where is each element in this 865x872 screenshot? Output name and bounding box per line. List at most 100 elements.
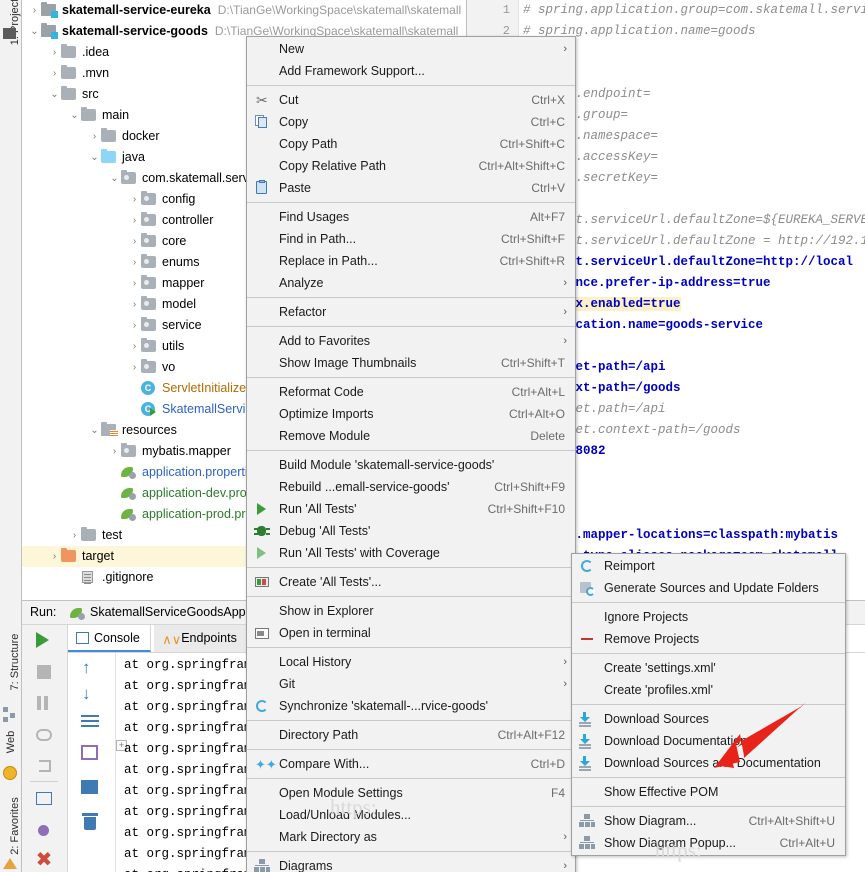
maven-submenu[interactable]: Reimport Generate Sources and Update Fold…	[571, 553, 846, 856]
chevron-right-icon[interactable]: ›	[128, 273, 141, 294]
chevron-down-icon[interactable]: ⌄	[28, 21, 41, 42]
menu-item-mark-directory-as[interactable]: Mark Directory as ›	[247, 826, 575, 848]
chevron-down-icon[interactable]: ⌄	[88, 420, 101, 441]
menu-item-remove-projects[interactable]: Remove Projects	[572, 628, 845, 650]
menu-item-show-effective-pom[interactable]: Show Effective POM	[572, 781, 845, 803]
close-button[interactable]: ✖	[34, 850, 54, 870]
menu-item-paste[interactable]: Paste Ctrl+V	[247, 177, 575, 199]
rerun-button[interactable]	[34, 630, 54, 650]
menu-item-add-to-favorites[interactable]: Add to Favorites ›	[247, 330, 575, 352]
chevron-right-icon[interactable]: ›	[68, 525, 81, 546]
menu-item-replace-in-path[interactable]: Replace in Path... Ctrl+Shift+R	[247, 250, 575, 272]
download-icon	[579, 755, 595, 771]
chevron-down-icon[interactable]: ⌄	[68, 105, 81, 126]
menu-item-download-sources[interactable]: Download Sources	[572, 708, 845, 730]
menu-item-show-in-explorer[interactable]: Show in Explorer	[247, 600, 575, 622]
menu-item-diagrams[interactable]: Diagrams ›	[247, 855, 575, 872]
chevron-right-icon[interactable]: ›	[128, 231, 141, 252]
chevron-right-icon[interactable]: ›	[28, 0, 41, 21]
menu-item-shortcut: Ctrl+Alt+L	[511, 385, 565, 399]
tree-node-label: SkatemallService	[162, 402, 259, 417]
prev-occurrence-icon[interactable]: ↑	[82, 659, 91, 676]
menu-item-reformat-code[interactable]: Reformat Code Ctrl+Alt+L	[247, 381, 575, 403]
dump-threads-button[interactable]	[34, 725, 54, 745]
chevron-down-icon[interactable]: ⌄	[48, 84, 61, 105]
chevron-right-icon[interactable]: ›	[48, 546, 61, 567]
menu-item-open-in-terminal[interactable]: Open in terminal	[247, 622, 575, 644]
menu-item-directory-path[interactable]: Directory Path Ctrl+Alt+F12	[247, 724, 575, 746]
menu-item-ignore-projects[interactable]: Ignore Projects	[572, 606, 845, 628]
chevron-right-icon[interactable]: ›	[128, 336, 141, 357]
favorites-toolwindow-icon	[3, 858, 19, 872]
run-sidebar-toolbar[interactable]: ✖	[22, 625, 68, 872]
menu-item-open-module-settings[interactable]: Open Module Settings F4	[247, 782, 575, 804]
menu-item-create-all-tests[interactable]: Create 'All Tests'...	[247, 571, 575, 593]
print-icon[interactable]	[81, 780, 98, 794]
chevron-right-icon[interactable]: ›	[128, 294, 141, 315]
chevron-right-icon[interactable]: ›	[128, 252, 141, 273]
menu-item-find-in-path[interactable]: Find in Path... Ctrl+Shift+F	[247, 228, 575, 250]
menu-item-copy-path[interactable]: Copy Path Ctrl+Shift+C	[247, 133, 575, 155]
stop-button[interactable]	[34, 662, 54, 682]
chevron-right-icon[interactable]: ›	[128, 357, 141, 378]
menu-separator	[572, 704, 845, 705]
menu-item-cut[interactable]: ✂ Cut Ctrl+X	[247, 89, 575, 111]
menu-item-download-documentation[interactable]: Download Documentation	[572, 730, 845, 752]
menu-item-local-history[interactable]: Local History ›	[247, 651, 575, 673]
menu-item-refactor[interactable]: Refactor ›	[247, 301, 575, 323]
menu-item-rebuild-emall-service-goods[interactable]: Rebuild ...emall-service-goods' Ctrl+Shif…	[247, 476, 575, 498]
menu-item-run-all-tests[interactable]: Run 'All Tests' Ctrl+Shift+F10	[247, 498, 575, 520]
menu-item-optimize-imports[interactable]: Optimize Imports Ctrl+Alt+O	[247, 403, 575, 425]
tab-endpoints[interactable]: ∧∨Endpoints	[154, 625, 248, 652]
next-occurrence-icon[interactable]: ↓	[82, 685, 91, 702]
tree-node-skatemall-service-eureka[interactable]: › skatemall-service-eureka D:\TianGe\Worki…	[22, 0, 466, 21]
menu-item-synchronize-skatemall-rvice-goods[interactable]: Synchronize 'skatemall-...rvice-goods'	[247, 695, 575, 717]
menu-item-load-unload-modules[interactable]: Load/Unload Modules...	[247, 804, 575, 826]
menu-item-find-usages[interactable]: Find Usages Alt+F7	[247, 206, 575, 228]
menu-item-compare-with[interactable]: ✦✦ Compare With... Ctrl+D	[247, 753, 575, 775]
menu-item-add-framework-support[interactable]: Add Framework Support...	[247, 60, 575, 82]
chevron-right-icon[interactable]: ›	[88, 126, 101, 147]
chevron-right-icon[interactable]: ›	[128, 315, 141, 336]
menu-item-run-all-tests-with-coverage[interactable]: Run 'All Tests' with Coverage	[247, 542, 575, 564]
menu-item-show-diagram[interactable]: Show Diagram... Ctrl+Alt+Shift+U	[572, 810, 845, 832]
chevron-down-icon[interactable]: ⌄	[108, 168, 121, 189]
pause-button[interactable]	[34, 693, 54, 713]
chevron-right-icon[interactable]: ›	[108, 441, 121, 462]
toolwindow-button-structure[interactable]: 7: Structure	[0, 618, 21, 708]
menu-item-remove-module[interactable]: Remove Module Delete	[247, 425, 575, 447]
menu-item-new[interactable]: New ›	[247, 38, 575, 60]
menu-item-copy-relative-path[interactable]: Copy Relative Path Ctrl+Alt+Shift+C	[247, 155, 575, 177]
chevron-right-icon[interactable]: ›	[48, 63, 61, 84]
menu-item-reimport[interactable]: Reimport	[572, 555, 845, 577]
menu-item-create-profiles-xml[interactable]: Create 'profiles.xml'	[572, 679, 845, 701]
menu-item-show-image-thumbnails[interactable]: Show Image Thumbnails Ctrl+Shift+T	[247, 352, 575, 374]
menu-item-show-diagram-popup[interactable]: Show Diagram Popup... Ctrl+Alt+U	[572, 832, 845, 854]
menu-item-generate-sources-and-update-folders[interactable]: Generate Sources and Update Folders	[572, 577, 845, 599]
scroll-to-end-button[interactable]	[34, 821, 54, 841]
exit-button[interactable]	[34, 756, 54, 776]
chevron-right-icon[interactable]: ›	[128, 189, 141, 210]
clear-all-icon[interactable]	[82, 813, 98, 830]
chevron-right-icon[interactable]: ›	[48, 42, 61, 63]
chevron-right-icon[interactable]: ›	[128, 210, 141, 231]
menu-item-git[interactable]: Git ›	[247, 673, 575, 695]
run-configuration-name: SkatemallServiceGoodsAppli	[90, 605, 252, 619]
menu-item-copy[interactable]: Copy Ctrl+C	[247, 111, 575, 133]
soft-wrap-icon[interactable]	[81, 715, 99, 729]
soft-wrap-button[interactable]	[34, 789, 54, 809]
console-toolbar[interactable]: ↑ ↓	[68, 653, 116, 872]
scroll-end-icon[interactable]	[81, 745, 98, 760]
menu-item-download-sources-and-documentation[interactable]: Download Sources and Documentation	[572, 752, 845, 774]
menu-item-create-settings-xml[interactable]: Create 'settings.xml'	[572, 657, 845, 679]
menu-item-debug-all-tests[interactable]: Debug 'All Tests'	[247, 520, 575, 542]
project-context-menu[interactable]: New › Add Framework Support... ✂ Cut Ctrl+X Co…	[246, 36, 576, 872]
chevron-down-icon[interactable]: ⌄	[88, 147, 101, 168]
tab-console[interactable]: Console	[68, 625, 151, 652]
menu-item-label: New	[279, 42, 305, 56]
run-tabs[interactable]: Console ∧∨Endpoints	[68, 625, 248, 652]
toolwindow-button-web[interactable]: Web	[0, 720, 21, 766]
menu-item-analyze[interactable]: Analyze ›	[247, 272, 575, 294]
menu-item-shortcut: Ctrl+Alt+Shift+C	[478, 159, 565, 173]
menu-item-build-module-skatemall-service-goods[interactable]: Build Module 'skatemall-service-goods'	[247, 454, 575, 476]
